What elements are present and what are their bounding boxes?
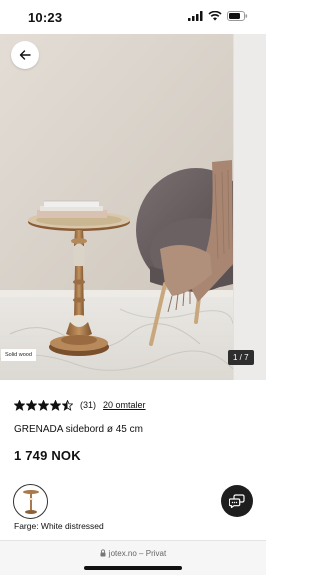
color-label: Farge: White distressed xyxy=(14,521,104,531)
clock: 10:23 xyxy=(28,10,63,25)
star-icon xyxy=(38,399,49,411)
back-arrow-icon xyxy=(19,50,31,60)
rating-row: (31) 20 omtaler xyxy=(14,398,146,412)
url-separator: – xyxy=(136,549,146,558)
star-icon xyxy=(62,399,73,411)
battery-icon xyxy=(227,11,248,21)
product-image-gallery[interactable]: Solid wood 1 / 7 xyxy=(0,34,266,380)
image-counter: 1 / 7 xyxy=(228,350,254,365)
product-price: 1 749 NOK xyxy=(14,448,81,463)
wifi-icon xyxy=(208,11,222,21)
product-photo[interactable] xyxy=(0,34,233,380)
cellular-signal-icon xyxy=(188,11,203,21)
star-icon xyxy=(50,399,61,411)
browsing-mode: Privat xyxy=(145,549,167,558)
variant-thumbnail xyxy=(22,489,39,514)
chat-button[interactable] xyxy=(221,485,253,517)
status-bar: 10:23 xyxy=(0,0,266,34)
star-rating xyxy=(14,399,73,411)
next-image-peek[interactable] xyxy=(233,34,266,380)
url-domain: jotex.no xyxy=(108,549,137,558)
reviews-link[interactable]: 20 omtaler xyxy=(103,400,146,410)
color-swatch[interactable] xyxy=(13,484,48,519)
chat-icon xyxy=(229,494,245,508)
product-title: GRENADA sidebord ø 45 cm xyxy=(14,424,143,435)
home-indicator[interactable] xyxy=(84,566,182,570)
material-badge: Solid wood xyxy=(1,349,36,361)
rating-count: (31) xyxy=(80,400,97,410)
star-icon xyxy=(14,399,25,411)
star-icon xyxy=(26,399,37,411)
lock-icon xyxy=(100,549,106,557)
back-button[interactable] xyxy=(11,41,39,69)
url-display[interactable]: jotex.no – Privat xyxy=(0,549,266,558)
status-icons xyxy=(188,11,248,21)
